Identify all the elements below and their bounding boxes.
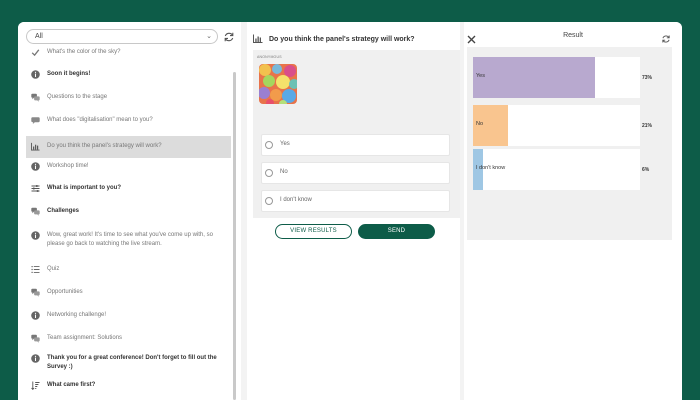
question-header: Do you think the panel's strategy will w… [253, 30, 415, 48]
list-item[interactable]: Questions to the stage [26, 93, 231, 102]
list-item[interactable]: Soon it begins! [26, 70, 231, 79]
chevron-down-icon: ⌄ [206, 33, 212, 40]
info-icon [30, 311, 41, 320]
result-bar-label: I don't know [476, 165, 506, 171]
result-panel: Result Yes 73% No 21% I don't know 6% [464, 22, 682, 400]
list-item[interactable]: Challenges [26, 207, 231, 216]
list-item[interactable]: Opportunities [26, 288, 231, 297]
list-item-label: Thank you for a great conference! Don't … [47, 355, 217, 370]
info-icon [30, 354, 41, 363]
list-item[interactable]: What's the color of the sky? [26, 48, 231, 57]
list-item-label: Challenges [47, 208, 80, 214]
bar-chart-icon [30, 142, 41, 151]
option-yes[interactable]: Yes [261, 134, 450, 156]
list-item-label: Do you think the panel's strategy will w… [47, 143, 162, 149]
view-results-button[interactable]: VIEW RESULTS [275, 224, 352, 239]
option-no-label: No [280, 169, 288, 175]
result-bar-track: Yes [473, 57, 640, 98]
app-window: All ⌄ What's the color of the sky? Soon i… [18, 22, 682, 400]
option-yes-label: Yes [280, 141, 290, 147]
result-bar-track: No [473, 105, 640, 146]
send-button[interactable]: SEND [358, 224, 435, 239]
result-title: Result [563, 32, 583, 39]
result-bar-track: I don't know [473, 149, 640, 190]
list-item[interactable]: Networking challenge! [26, 311, 231, 320]
list-item[interactable]: Thank you for a great conference! Don't … [26, 354, 231, 372]
chat-icon [30, 334, 41, 343]
list-item-label: Workshop time! [47, 163, 89, 169]
list-item[interactable]: Wow, great work! It's time to see what y… [26, 231, 231, 253]
result-bar-label: No [476, 121, 484, 127]
list-item-label: Networking challenge! [47, 312, 107, 318]
filter-select[interactable]: All ⌄ [26, 29, 218, 44]
question-list-panel: All ⌄ What's the color of the sky? Soon i… [18, 22, 241, 400]
cloud-icon [30, 116, 41, 125]
list-item[interactable]: What came first? [26, 381, 231, 390]
radio-no[interactable] [265, 169, 273, 177]
list-item[interactable]: Team assignment: Solutions [26, 334, 231, 343]
list-item[interactable]: What does "digitalisation" mean to you? [26, 116, 231, 125]
option-dont-know-label: I don't know [280, 197, 312, 203]
list-item-label: What came first? [47, 382, 96, 388]
chat-icon [30, 288, 41, 297]
list-item-label: What's the color of the sky? [47, 49, 121, 55]
bar-chart-icon [253, 30, 263, 48]
result-refresh-icon[interactable] [661, 31, 671, 43]
info-icon [30, 70, 41, 79]
list-item[interactable]: Do you think the panel's strategy will w… [26, 136, 231, 158]
list-icon [30, 265, 41, 274]
list-item[interactable]: What is important to you? [26, 184, 231, 193]
info-icon [30, 231, 41, 240]
list-item-label: Opportunities [47, 289, 83, 295]
list-item[interactable]: Workshop time! [26, 162, 231, 171]
list-item-label: Soon it begins! [47, 71, 91, 77]
result-bar-value: 21% [642, 123, 653, 129]
question-card: ANONYMOUS Yes No I don't know VIEW RESUL… [253, 50, 460, 239]
check-icon [30, 48, 41, 57]
result-bar-label: Yes [476, 73, 485, 79]
question-panel: Do you think the panel's strategy will w… [247, 22, 460, 400]
result-bar-value: 73% [642, 75, 653, 81]
chat-icon [30, 93, 41, 102]
option-no[interactable]: No [261, 162, 450, 184]
list-item-label: What is important to you? [47, 185, 121, 191]
result-bar-value: 6% [642, 167, 650, 173]
radio-yes[interactable] [265, 141, 273, 149]
list-item-label: What does "digitalisation" mean to you? [47, 117, 153, 123]
sliders-icon [30, 184, 41, 193]
list-item-label: Team assignment: Solutions [47, 335, 123, 341]
filter-select-value: All [35, 33, 43, 40]
result-bar [473, 57, 595, 98]
question-image [259, 64, 297, 104]
list-item-label: Quiz [47, 266, 60, 272]
chat-icon [30, 207, 41, 216]
option-dont-know[interactable]: I don't know [261, 190, 450, 212]
anonymous-tag: ANONYMOUS [257, 55, 282, 59]
question-title: Do you think the panel's strategy will w… [269, 35, 415, 43]
question-list: What's the color of the sky? Soon it begi… [26, 48, 231, 398]
list-item-label: Wow, great work! It's time to see what y… [47, 232, 213, 247]
info-icon [30, 162, 41, 171]
result-chart: Yes 73% No 21% I don't know 6% [467, 47, 672, 240]
refresh-icon[interactable] [223, 30, 235, 42]
sort-icon [30, 381, 41, 390]
list-item-label: Questions to the stage [47, 94, 108, 100]
list-item[interactable]: Quiz [26, 265, 231, 274]
radio-dont-know[interactable] [265, 197, 273, 205]
filter-row: All ⌄ [26, 29, 236, 45]
list-scrollbar[interactable] [233, 72, 236, 400]
